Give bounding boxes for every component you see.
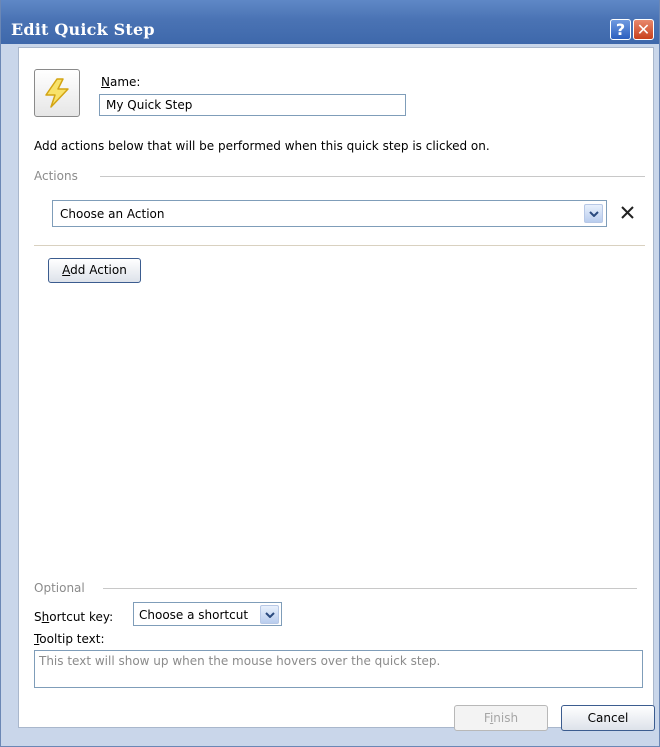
- shortcut-key-label: Shortcut key:: [34, 610, 114, 624]
- name-label: Name:: [101, 75, 141, 89]
- help-button[interactable]: ?: [610, 19, 631, 40]
- chevron-down-icon: [589, 211, 599, 217]
- action-select[interactable]: Choose an Action: [52, 200, 607, 227]
- chevron-down-icon: [265, 612, 275, 618]
- action-select-value: Choose an Action: [60, 207, 165, 221]
- optional-section-divider: [103, 588, 637, 589]
- dialog-window: Edit Quick Step ? ✕ Name: My Quick Step …: [0, 0, 660, 747]
- add-action-button[interactable]: Add Action: [48, 258, 141, 283]
- dialog-content: Name: My Quick Step Add actions below th…: [18, 47, 654, 728]
- tooltip-text-input[interactable]: This text will show up when the mouse ho…: [34, 650, 643, 688]
- tooltip-text-label: Tooltip text:: [34, 632, 105, 646]
- shortcut-dropdown-button[interactable]: [260, 605, 279, 624]
- actions-separator: [34, 245, 645, 246]
- name-input[interactable]: My Quick Step: [99, 94, 406, 116]
- title-bar[interactable]: Edit Quick Step ? ✕: [1, 0, 659, 44]
- cancel-button[interactable]: Cancel: [561, 705, 655, 731]
- optional-section-label: Optional: [34, 581, 85, 595]
- action-dropdown-button[interactable]: [584, 204, 603, 223]
- lightning-bolt-icon: [45, 78, 69, 108]
- finish-button[interactable]: Finish: [454, 705, 548, 731]
- window-title: Edit Quick Step: [11, 20, 155, 39]
- quick-step-icon-button[interactable]: [34, 69, 80, 117]
- actions-section-label: Actions: [34, 169, 78, 183]
- shortcut-select-value: Choose a shortcut: [139, 608, 249, 622]
- shortcut-select[interactable]: Choose a shortcut: [133, 602, 282, 626]
- actions-section-divider: [100, 176, 645, 177]
- actions-description: Add actions below that will be performed…: [34, 139, 490, 153]
- close-button[interactable]: ✕: [633, 19, 654, 40]
- remove-action-icon[interactable]: [618, 200, 638, 224]
